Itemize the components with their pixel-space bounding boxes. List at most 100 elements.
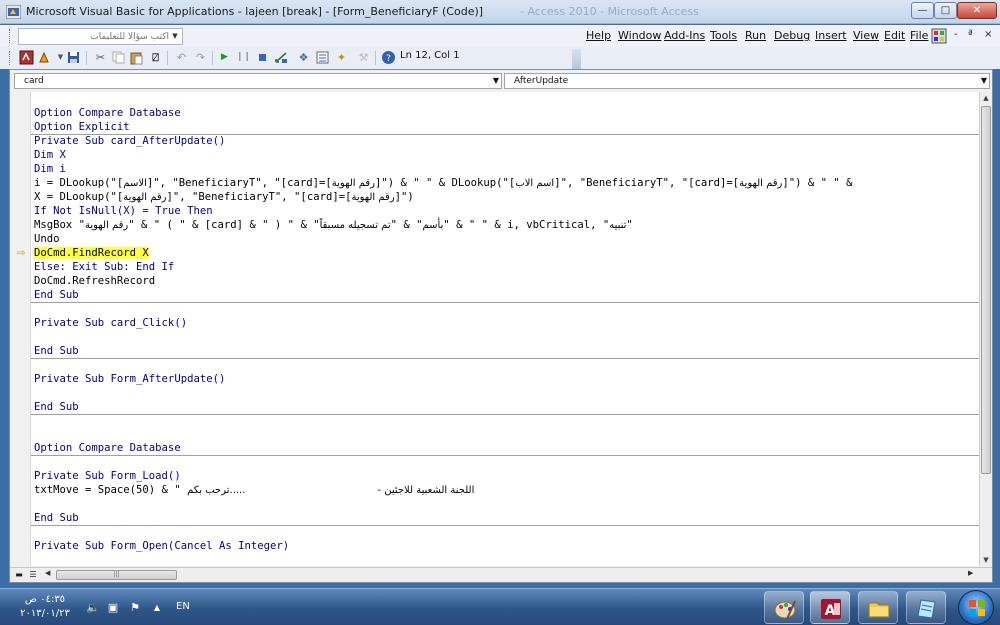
code-line: i = DLookup("[الاسم]", "BeneficiaryT", "… — [34, 177, 853, 189]
vba-app-icon — [6, 5, 21, 19]
scroll-down-arrow-icon[interactable]: ▼ — [980, 554, 992, 566]
language-indicator[interactable]: EN — [176, 601, 190, 612]
cursor-position: Ln 12, Col 1 — [400, 50, 460, 61]
access-app-icon: A — [821, 599, 841, 619]
horizontal-scrollbar[interactable]: ▬ ☰ ◀ ||| ▶ — [10, 567, 992, 582]
find-icon[interactable]: ⍁ — [148, 50, 163, 65]
chevron-down-icon[interactable]: ▼ — [981, 74, 987, 88]
procedure-view-icon[interactable]: ▬ — [13, 569, 25, 581]
code-line: End Sub — [34, 401, 79, 413]
action-center-flag-icon[interactable]: ⚑ — [128, 601, 142, 615]
code-line: Else: Exit Sub: End If — [34, 261, 175, 273]
object-combo-value: card — [24, 76, 44, 86]
break-icon[interactable]: ❙❙ — [236, 50, 251, 65]
toolbar-grip-2[interactable] — [9, 51, 12, 65]
code-line: End Sub — [34, 512, 79, 524]
menu-view[interactable]: View — [853, 29, 879, 42]
vertical-scrollbar[interactable]: ▲ ▼ — [979, 92, 992, 566]
menu-edit[interactable]: Edit — [884, 29, 905, 42]
insert-module-icon[interactable] — [37, 50, 52, 65]
redo-icon[interactable]: ↷ — [193, 50, 208, 65]
code-line: Dim X — [34, 149, 66, 161]
procedure-divider — [31, 358, 979, 359]
access-view-icon[interactable] — [19, 50, 34, 65]
menu-window[interactable]: Window — [618, 29, 661, 42]
margin-indicator-bar[interactable]: ⇨ — [14, 92, 31, 566]
taskbar-notes-button[interactable] — [906, 591, 946, 624]
taskbar-clock[interactable]: ٠٤:٣٥ ص ٢٠١٣/٠١/٢٣ — [14, 593, 76, 621]
volume-icon[interactable]: 🔈 — [86, 601, 100, 615]
procedure-combo[interactable]: AfterUpdate ▼ — [504, 73, 990, 89]
code-editor[interactable]: Option Compare Database Option Explicit … — [31, 92, 979, 566]
toolbox-icon[interactable]: ⚒ — [356, 50, 371, 65]
code-window: card ▼ AfterUpdate ▼ ⇨ Option Compare Da… — [9, 69, 993, 583]
menu-add-ins[interactable]: Add-Ins — [664, 29, 705, 42]
code-line: If Not IsNull(X) = True Then — [34, 205, 213, 217]
chevron-down-icon[interactable]: ▼ — [169, 30, 181, 43]
taskbar-access-button[interactable]: A — [810, 591, 850, 624]
scroll-right-arrow-icon[interactable]: ▶ — [968, 569, 973, 577]
save-icon[interactable] — [66, 50, 81, 65]
object-browser-icon[interactable]: ✦ — [334, 50, 349, 65]
code-line: Dim i — [34, 163, 66, 175]
maximize-button[interactable]: □ — [934, 2, 957, 19]
scroll-up-arrow-icon[interactable]: ▲ — [980, 92, 992, 104]
code-line: Private Sub card_AfterUpdate() — [34, 135, 226, 147]
code-line: X = DLookup("[رقم الهوية]", "Beneficiary… — [34, 191, 414, 203]
doc-minimize-button[interactable]: - — [954, 29, 958, 40]
code-line: End Sub — [34, 345, 79, 357]
code-line: Private Sub Form_AfterUpdate() — [34, 373, 226, 385]
toolbar-separator — [375, 51, 376, 65]
execution-point-arrow-icon: ⇨ — [17, 248, 26, 259]
code-line-current: DoCmd.FindRecord X — [34, 247, 149, 259]
code-line: Private Sub card_Click() — [34, 317, 188, 329]
taskbar-paint-button[interactable] — [764, 591, 804, 624]
toolbar-separator — [167, 51, 168, 65]
menu-tools[interactable]: Tools — [710, 29, 737, 42]
undo-icon[interactable]: ↶ — [174, 50, 189, 65]
project-explorer-icon[interactable]: ❖ — [296, 50, 311, 65]
menu-help[interactable]: Help — [586, 29, 611, 42]
toolbar-options[interactable] — [572, 49, 581, 69]
chevron-down-icon[interactable]: ▼ — [493, 74, 499, 88]
svg-text:A: A — [825, 603, 836, 619]
reset-icon[interactable] — [255, 50, 270, 65]
procedure-combo-value: AfterUpdate — [514, 76, 569, 86]
vba-editor-window: Microsoft Visual Basic for Applications … — [0, 0, 1000, 625]
minimize-button[interactable]: — — [911, 2, 934, 19]
design-mode-icon[interactable] — [274, 50, 289, 65]
help-icon[interactable]: ? — [381, 50, 396, 65]
doc-close-button[interactable]: × — [984, 29, 992, 40]
title-bar[interactable]: Microsoft Visual Basic for Applications … — [0, 0, 1000, 24]
paste-icon[interactable] — [129, 50, 144, 65]
menu-file[interactable]: File — [910, 29, 928, 42]
menu-insert[interactable]: Insert — [815, 29, 847, 42]
network-icon[interactable]: ▣ — [106, 601, 120, 615]
code-line: DoCmd.RefreshRecord — [34, 275, 156, 287]
show-hidden-icons-arrow-icon[interactable]: ▲ — [150, 601, 164, 615]
doc-restore-button[interactable]: ª — [968, 29, 973, 40]
scroll-left-arrow-icon[interactable]: ◀ — [45, 569, 50, 577]
copy-icon[interactable] — [111, 50, 126, 65]
clock-date: ٢٠١٣/٠١/٢٣ — [20, 608, 70, 619]
ask-question-box[interactable]: ▼ — [18, 28, 183, 45]
run-icon[interactable]: ▶ — [217, 50, 232, 65]
vertical-scroll-thumb[interactable] — [981, 106, 991, 474]
ask-question-input[interactable] — [21, 30, 169, 43]
windows-logo-icon — [969, 600, 985, 616]
start-button[interactable] — [958, 590, 994, 625]
close-button[interactable]: ✕ — [957, 2, 997, 19]
taskbar-explorer-button[interactable] — [858, 591, 898, 624]
toolbar-grip[interactable] — [9, 29, 12, 43]
document-icon[interactable] — [931, 28, 947, 44]
object-combo[interactable]: card ▼ — [14, 73, 502, 89]
properties-icon[interactable] — [315, 50, 330, 65]
horizontal-scroll-thumb[interactable]: ||| — [56, 570, 177, 580]
full-module-view-icon[interactable]: ☰ — [27, 569, 39, 581]
toolbar-separator — [212, 51, 213, 65]
procedure-divider — [31, 414, 979, 415]
window-title: Microsoft Visual Basic for Applications … — [26, 5, 484, 18]
menu-run[interactable]: Run — [745, 29, 766, 42]
menu-debug[interactable]: Debug — [774, 29, 810, 42]
cut-icon[interactable]: ✂ — [93, 50, 108, 65]
